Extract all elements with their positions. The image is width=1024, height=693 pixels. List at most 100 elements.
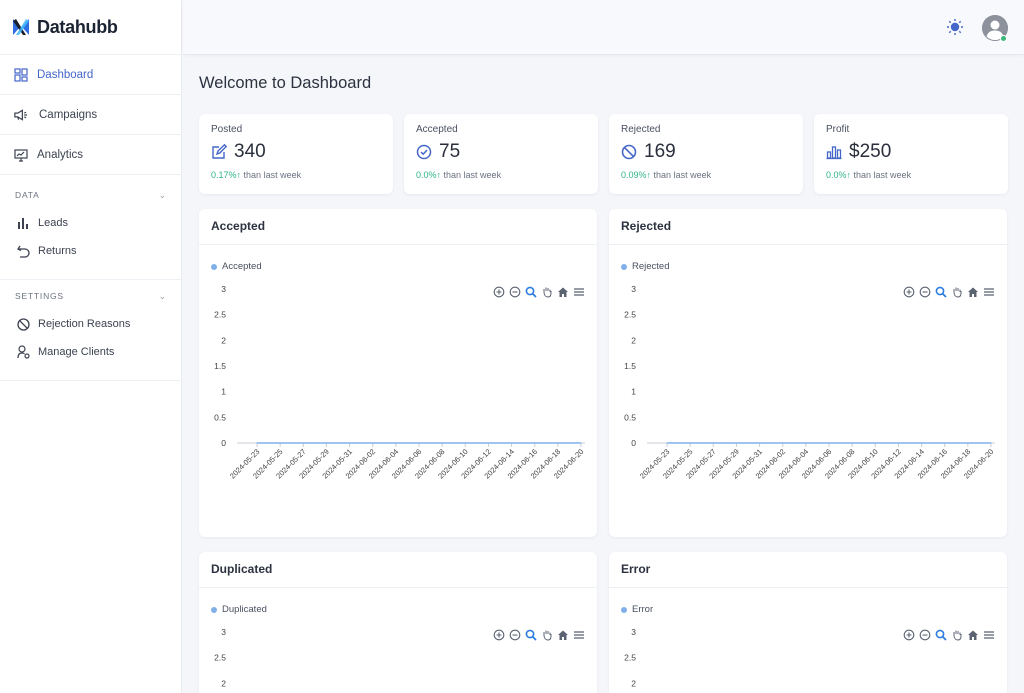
data-section: DATA ⌄ Leads Returns (0, 181, 181, 280)
arrow-up-icon: ↑ (236, 170, 242, 180)
sidebar-item-manage-clients[interactable]: Manage Clients (0, 338, 181, 366)
section-header-settings[interactable]: SETTINGS ⌄ (0, 282, 181, 310)
chart-card-duplicated: Duplicated Duplicated 3 2.5 2 (199, 552, 597, 693)
stat-card-rejected: Rejected 169 0.09%↑ than last week (609, 114, 803, 194)
data-point (712, 442, 714, 444)
section-title: SETTINGS (15, 291, 64, 301)
arrow-up-icon: ↑ (846, 170, 852, 180)
data-point (464, 442, 466, 444)
sidebar-item-label: Returns (38, 245, 77, 257)
data-point (666, 442, 668, 444)
stat-card-posted: Posted 340 0.17%↑ than last week (199, 114, 393, 194)
data-point (302, 442, 304, 444)
brand-name: Datahubb (37, 16, 118, 37)
data-point (534, 442, 536, 444)
y-tick-label: 2 (221, 678, 226, 688)
y-tick-label: 0 (221, 438, 226, 448)
data-point (349, 442, 351, 444)
y-tick-label: 2 (221, 335, 226, 345)
data-point (325, 442, 327, 444)
chevron-down-icon: ⌄ (158, 189, 167, 200)
y-tick-label: 1.5 (214, 361, 226, 371)
settings-section: SETTINGS ⌄ Rejection Reasons Manage Clie… (0, 282, 181, 381)
sidebar-item-dashboard[interactable]: Dashboard (0, 55, 181, 95)
chart-card-error: Error Error 3 2.5 2 (609, 552, 1007, 693)
y-tick-label: 2.5 (624, 653, 636, 663)
stat-change: 0.0%↑ than last week (416, 170, 586, 180)
stat-change-percent: 0.0% (826, 170, 847, 180)
megaphone-icon (13, 107, 28, 122)
y-tick-label: 1.5 (624, 361, 636, 371)
data-point (921, 442, 923, 444)
stat-label: Posted (211, 124, 243, 135)
sidebar-item-returns[interactable]: Returns (0, 237, 181, 265)
y-tick-label: 0.5 (214, 412, 226, 422)
data-point (782, 442, 784, 444)
user-gear-icon (16, 345, 30, 359)
stat-card-profit: Profit $250 0.0%↑ than last week (814, 114, 1008, 194)
stat-label: Accepted (416, 124, 458, 135)
arrow-up-icon: ↑ (436, 170, 442, 180)
check-circle-icon (416, 144, 432, 160)
stat-change-percent: 0.17% (211, 170, 237, 180)
y-tick-label: 0.5 (624, 412, 636, 422)
stat-card-accepted: Accepted 75 0.0%↑ than last week (404, 114, 598, 194)
chevron-down-icon: ⌄ (158, 290, 167, 301)
stat-change-percent: 0.0% (416, 170, 437, 180)
data-point (944, 442, 946, 444)
data-point (441, 442, 443, 444)
data-point (418, 442, 420, 444)
stat-change: 0.17%↑ than last week (211, 170, 381, 180)
data-point (805, 442, 807, 444)
sidebar-item-rejection-reasons[interactable]: Rejection Reasons (0, 310, 181, 338)
stat-value: 75 (439, 141, 461, 162)
stat-change: 0.0%↑ than last week (826, 170, 996, 180)
y-tick-label: 3 (631, 284, 636, 294)
y-tick-label: 2 (631, 335, 636, 345)
sidebar-item-label: Dashboard (37, 68, 94, 81)
data-point (828, 442, 830, 444)
online-status-indicator (1000, 35, 1007, 42)
page-title: Welcome to Dashboard (199, 74, 372, 92)
sidebar-item-leads[interactable]: Leads (0, 209, 181, 237)
section-header-data[interactable]: DATA ⌄ (0, 181, 181, 209)
y-tick-label: 2.5 (624, 310, 636, 320)
y-tick-label: 2 (631, 678, 636, 688)
sun-icon[interactable] (946, 18, 964, 36)
stat-label: Profit (826, 124, 850, 135)
data-point (279, 442, 281, 444)
stat-change-suffix: than last week (653, 170, 712, 180)
y-tick-label: 3 (221, 284, 226, 294)
y-tick-label: 3 (221, 627, 226, 637)
sidebar-item-campaigns[interactable]: Campaigns (0, 95, 181, 135)
stat-label: Rejected (621, 124, 661, 135)
undo-icon (16, 244, 30, 258)
data-point (689, 442, 691, 444)
y-tick-label: 0 (631, 438, 636, 448)
sidebar-item-label: Analytics (37, 148, 84, 161)
data-point (759, 442, 761, 444)
data-point (735, 442, 737, 444)
stat-value: $250 (849, 141, 892, 162)
stat-value: 169 (644, 141, 676, 162)
stat-change-percent: 0.09% (621, 170, 647, 180)
brand-logo[interactable]: Datahubb (0, 0, 181, 55)
stat-change-suffix: than last week (243, 170, 302, 180)
chart-card-accepted: Accepted Accepted 3 2.5 2 1.5 1 0.5 0 2024-05-2… (199, 209, 597, 537)
data-point (580, 442, 582, 444)
stat-change-suffix: than last week (443, 170, 502, 180)
chart-plot: 32.521.510.502024-05-232024-05-252024-05… (214, 284, 585, 481)
ban-icon (16, 317, 30, 331)
y-tick-label: 2.5 (214, 653, 226, 663)
sidebar-item-label: Leads (38, 217, 68, 229)
top-bar (183, 0, 1024, 55)
stat-change-suffix: than last week (853, 170, 912, 180)
arrow-up-icon: ↑ (646, 170, 652, 180)
data-point (256, 442, 258, 444)
data-point (557, 442, 559, 444)
dashboard-icon (13, 67, 28, 82)
chart-card-rejected: Rejected Rejected 3 2.5 2 1.5 1 0.5 0 2024-05-2… (609, 209, 1007, 537)
sidebar-item-analytics[interactable]: Analytics (0, 135, 181, 175)
sidebar: Datahubb Dashboard Campaigns Analytics D… (0, 0, 182, 693)
chart-plot: 32.521.510.502024-05-232024-05-252024-05… (624, 284, 995, 481)
